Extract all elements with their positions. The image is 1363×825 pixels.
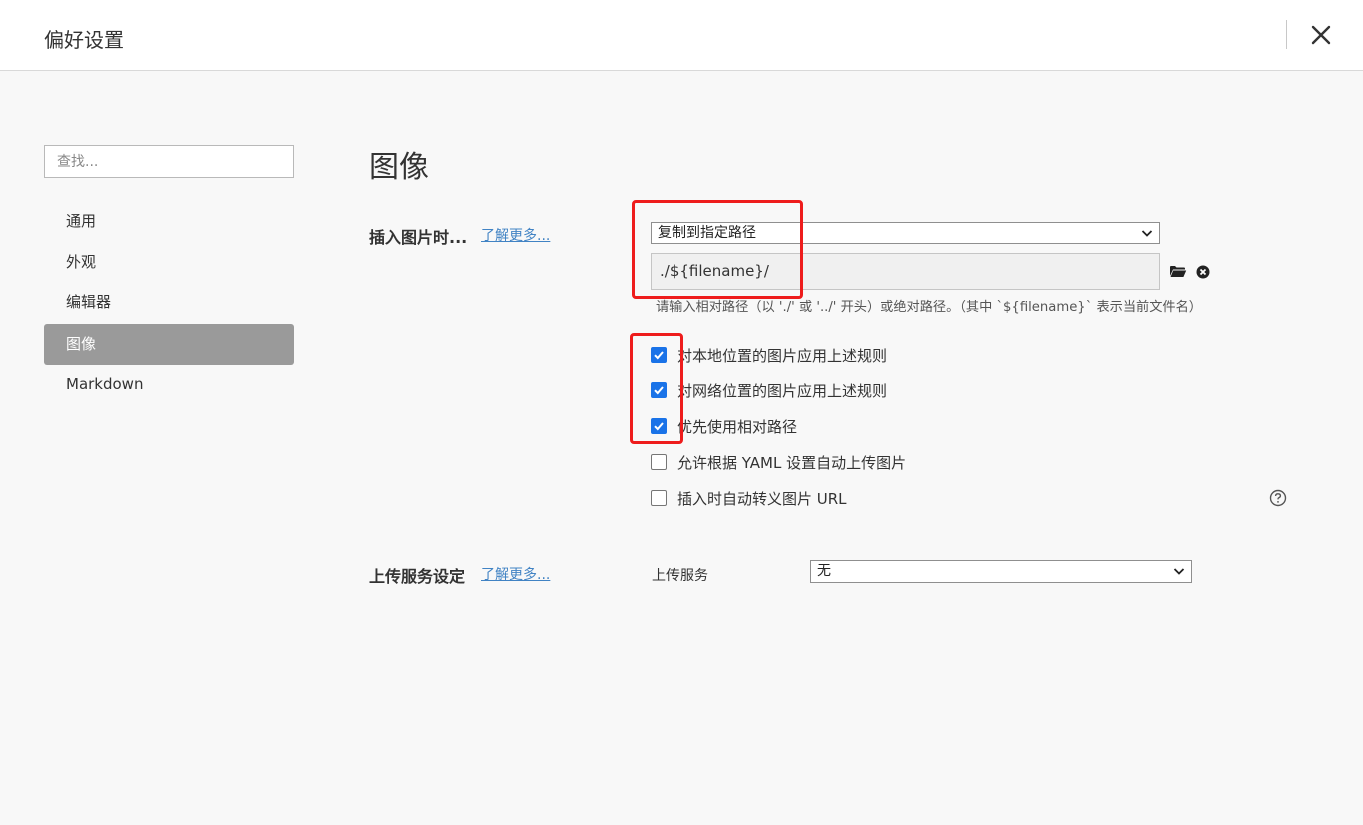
insert-action-value: 复制到指定路径 — [658, 225, 756, 241]
insert-image-label: 插入图片时... — [369, 228, 468, 247]
upload-service-select[interactable]: 无 — [810, 560, 1192, 583]
image-path-field[interactable]: ./${filename}/ — [651, 253, 1160, 290]
sidebar-item-appearance[interactable]: 外观 — [44, 242, 294, 283]
sidebar-item-markdown[interactable]: Markdown — [44, 364, 294, 405]
close-button[interactable] — [1306, 20, 1336, 50]
sidebar-item-editor[interactable]: 编辑器 — [44, 282, 294, 323]
sidebar-item-image[interactable]: 图像 — [44, 324, 294, 365]
search-input[interactable] — [44, 145, 294, 178]
checkbox-unchecked[interactable] — [651, 490, 667, 506]
clear-icon — [1196, 265, 1210, 279]
section-title: 图像 — [369, 150, 429, 185]
option-label: 允许根据 YAML 设置自动上传图片 — [677, 454, 907, 472]
help-icon — [1269, 489, 1287, 507]
check-icon — [654, 422, 664, 431]
option-label: 插入时自动转义图片 URL — [677, 490, 847, 508]
choose-folder-button[interactable] — [1169, 264, 1187, 279]
check-icon — [654, 351, 664, 360]
option-label: 对本地位置的图片应用上述规则 — [677, 347, 888, 365]
help-button[interactable] — [1269, 489, 1287, 507]
checkbox-checked[interactable] — [651, 418, 667, 434]
option-label: 优先使用相对路径 — [677, 418, 798, 436]
insert-image-learn-more-link[interactable]: 了解更多... — [481, 225, 550, 245]
folder-icon — [1170, 266, 1187, 277]
checkbox-checked[interactable] — [651, 347, 667, 363]
title-separator — [1286, 20, 1287, 49]
upload-service-label: 上传服务 — [652, 568, 708, 584]
window-title: 偏好设置 — [44, 28, 124, 52]
checkbox-unchecked[interactable] — [651, 454, 667, 470]
upload-service-settings-label: 上传服务设定 — [369, 567, 466, 586]
close-icon — [1311, 25, 1331, 45]
option-label: 对网络位置的图片应用上述规则 — [677, 382, 888, 400]
check-icon — [654, 386, 664, 395]
upload-learn-more-link[interactable]: 了解更多... — [481, 564, 550, 584]
checkbox-checked[interactable] — [651, 382, 667, 398]
insert-action-select[interactable]: 复制到指定路径 — [651, 222, 1160, 244]
chevron-down-icon — [1173, 568, 1185, 575]
title-bar: 偏好设置 — [0, 0, 1363, 71]
chevron-down-icon — [1141, 230, 1153, 237]
sidebar-item-general[interactable]: 通用 — [44, 201, 294, 242]
path-hint-text: 请输入相对路径（以 './' 或 '../' 开头）或绝对路径。（其中 `${f… — [656, 300, 1202, 315]
upload-service-value: 无 — [817, 563, 831, 579]
clear-path-button[interactable] — [1196, 264, 1210, 279]
